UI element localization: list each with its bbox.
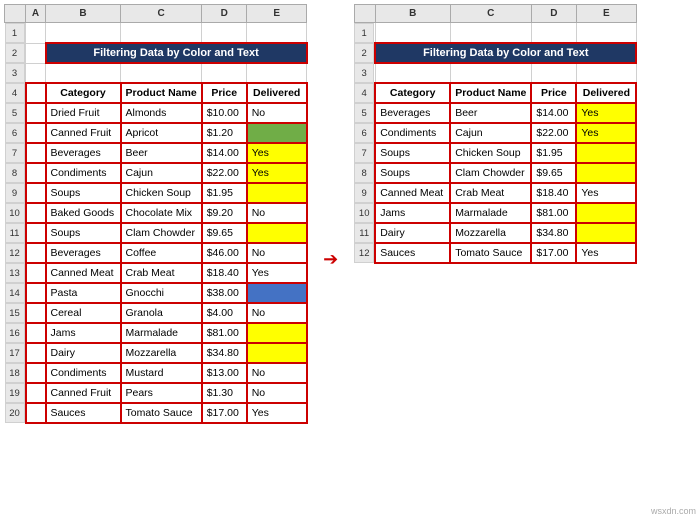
col-header-rn-r — [354, 5, 375, 23]
table-row: 8 Soups Clam Chowder $9.65 — [354, 163, 636, 183]
table-row: 20 Sauces Tomato Sauce $17.00 Yes — [5, 403, 307, 423]
table-row: 10 Jams Marmalade $81.00 — [354, 203, 636, 223]
table-row: 11 Dairy Mozzarella $34.80 — [354, 223, 636, 243]
col-header-e-r: E — [576, 5, 636, 23]
table-row: 17 Dairy Mozzarella $34.80 — [5, 343, 307, 363]
table-row: 7 Beverages Beer $14.00 Yes — [5, 143, 307, 163]
table-row: 6 Canned Fruit Apricot $1.20 — [5, 123, 307, 143]
table-row: 8 Condiments Cajun $22.00 Yes — [5, 163, 307, 183]
table-row: 13 Canned Meat Crab Meat $18.40 Yes — [5, 263, 307, 283]
col-header-d: D — [202, 5, 247, 23]
table-row: 12 Sauces Tomato Sauce $17.00 Yes — [354, 243, 636, 263]
table-row: 18 Condiments Mustard $13.00 No — [5, 363, 307, 383]
col-header-e: E — [247, 5, 307, 23]
main-content: A B C D E 1 — [0, 0, 700, 518]
col-category-header: Category — [46, 83, 121, 103]
row-num: 2 — [5, 43, 25, 63]
table-row: 4 Category Product Name Price Delivered — [354, 83, 636, 103]
col-price-header: Price — [202, 83, 247, 103]
right-panel: B C D E 1 — [354, 4, 638, 514]
table-row: 7 Soups Chicken Soup $1.95 — [354, 143, 636, 163]
table-row: 5 Beverages Beer $14.00 Yes — [354, 103, 636, 123]
row-num: 3 — [5, 63, 25, 83]
col-header-d-r: D — [531, 5, 576, 23]
table-row: 12 Beverages Coffee $46.00 No — [5, 243, 307, 263]
table-row: 2 Filtering Data by Color and Text — [5, 43, 307, 63]
r-col-productname-header: Product Name — [450, 83, 531, 103]
left-table-title: Filtering Data by Color and Text — [46, 43, 307, 63]
table-row: 3 — [354, 63, 636, 83]
col-header-c: C — [121, 5, 202, 23]
table-row: 14 Pasta Gnocchi $38.00 — [5, 283, 307, 303]
table-row: 11 Soups Clam Chowder $9.65 — [5, 223, 307, 243]
table-row: 4 Category Product Name Price Delivered — [5, 83, 307, 103]
table-row: 6 Condiments Cajun $22.00 Yes — [354, 123, 636, 143]
col-header-b-r: B — [375, 5, 450, 23]
col-delivered-header: Delivered — [247, 83, 307, 103]
table-row: 3 — [5, 63, 307, 83]
watermark: wsxdn.com — [651, 506, 696, 516]
table-row: 1 — [5, 23, 307, 44]
table-row: 10 Baked Goods Chocolate Mix $9.20 No — [5, 203, 307, 223]
col-header-a: A — [26, 5, 46, 23]
r-col-price-header: Price — [531, 83, 576, 103]
r-col-category-header: Category — [375, 83, 450, 103]
table-row: 2 Filtering Data by Color and Text — [354, 43, 636, 63]
row-num: 4 — [5, 83, 25, 103]
col-header-c-r: C — [450, 5, 531, 23]
col-productname-header: Product Name — [121, 83, 202, 103]
left-panel: A B C D E 1 — [4, 4, 308, 514]
r-col-delivered-header: Delivered — [576, 83, 636, 103]
spreadsheet-window: A B C D E 1 — [0, 0, 700, 518]
table-row: 1 — [354, 23, 636, 44]
row-num: 1 — [5, 23, 25, 43]
filter-arrow: ➔ — [316, 4, 346, 514]
table-row: 9 Soups Chicken Soup $1.95 — [5, 183, 307, 203]
table-row: 15 Cereal Granola $4.00 No — [5, 303, 307, 323]
col-header-b: B — [46, 5, 121, 23]
table-row: 9 Canned Meat Crab Meat $18.40 Yes — [354, 183, 636, 203]
right-table-title: Filtering Data by Color and Text — [375, 43, 636, 63]
col-header-rn — [5, 5, 26, 23]
table-row: 19 Canned Fruit Pears $1.30 No — [5, 383, 307, 403]
table-row: 16 Jams Marmalade $81.00 — [5, 323, 307, 343]
table-row: 5 Dried Fruit Almonds $10.00 No — [5, 103, 307, 123]
